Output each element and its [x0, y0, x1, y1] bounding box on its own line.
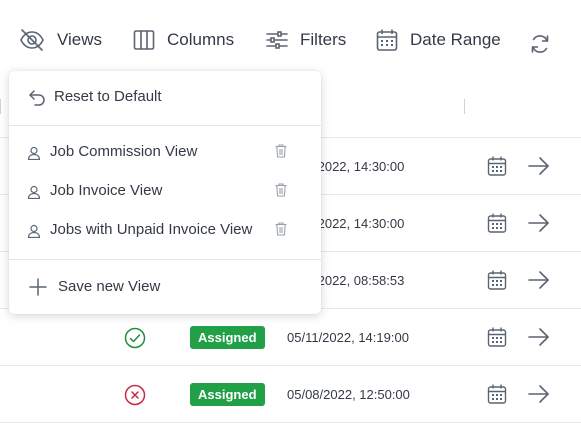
menu-divider — [9, 259, 321, 260]
filters-button[interactable]: Filters — [266, 24, 346, 56]
filters-label: Filters — [300, 30, 347, 49]
views-button[interactable]: Views — [19, 24, 102, 56]
status-badge: Assigned — [190, 326, 265, 349]
saved-view-item[interactable]: Job Invoice View — [9, 172, 321, 210]
user-icon — [27, 146, 41, 160]
reset-to-default-label: Reset to Default — [54, 88, 162, 105]
calendar-icon[interactable] — [487, 212, 507, 234]
views-label: Views — [57, 30, 103, 49]
save-new-view-label: Save new View — [58, 278, 161, 295]
arrow-right-icon[interactable] — [528, 156, 550, 176]
date-range-label: Date Range — [410, 30, 501, 49]
saved-view-label: Job Commission View — [50, 143, 198, 160]
arrow-right-icon[interactable] — [528, 213, 550, 233]
saved-view-label: Jobs with Unpaid Invoice View — [50, 221, 253, 238]
arrow-right-icon[interactable] — [528, 270, 550, 290]
date-range-button[interactable]: Date Range — [376, 24, 501, 56]
reset-to-default-item[interactable]: Reset to Default — [9, 71, 321, 125]
refresh-icon — [531, 35, 549, 53]
column-separator — [464, 99, 465, 114]
saved-view-label: Job Invoice View — [50, 182, 163, 199]
saved-view-item[interactable]: Job Commission View — [9, 133, 321, 171]
undo-icon — [29, 90, 45, 106]
row-date: /2022, 14:30:00 — [314, 216, 405, 231]
row-date: /2022, 14:30:00 — [314, 159, 405, 174]
save-new-view-item[interactable]: Save new View — [9, 267, 321, 307]
calendar-icon[interactable] — [487, 383, 507, 405]
x-circle-icon — [124, 384, 146, 406]
calendar-icon[interactable] — [487, 269, 507, 291]
calendar-icon — [376, 29, 398, 51]
calendar-icon[interactable] — [487, 155, 507, 177]
column-separator — [0, 99, 1, 114]
columns-label: Columns — [167, 30, 235, 49]
refresh-button[interactable] — [529, 28, 551, 60]
table-row[interactable]: Assigned 05/08/2022, 12:50:00 — [0, 366, 581, 423]
columns-button[interactable]: Columns — [133, 24, 234, 56]
row-date: 05/11/2022, 14:19:00 — [287, 330, 409, 345]
trash-icon[interactable] — [275, 144, 287, 158]
trash-icon[interactable] — [275, 222, 287, 236]
user-icon — [27, 224, 41, 238]
toolbar: Views Columns Filters Date Range — [0, 0, 581, 78]
arrow-right-icon[interactable] — [528, 384, 550, 404]
check-circle-icon — [124, 327, 146, 349]
columns-icon — [133, 30, 155, 50]
menu-divider — [9, 125, 321, 126]
sliders-icon — [266, 31, 288, 49]
user-icon — [27, 185, 41, 199]
trash-icon[interactable] — [275, 183, 287, 197]
status-badge: Assigned — [190, 383, 265, 406]
table-row[interactable]: Assigned 05/11/2022, 14:19:00 — [0, 309, 581, 366]
calendar-icon[interactable] — [487, 326, 507, 348]
views-dropdown-menu: Reset to Default Job Commission View Job… — [9, 71, 321, 314]
eye-off-icon — [20, 29, 44, 51]
row-date: /2022, 08:58:53 — [314, 273, 405, 288]
saved-view-item[interactable]: Jobs with Unpaid Invoice View — [9, 211, 321, 249]
arrow-right-icon[interactable] — [528, 327, 550, 347]
row-date: 05/08/2022, 12:50:00 — [287, 387, 410, 402]
plus-icon — [29, 278, 47, 296]
